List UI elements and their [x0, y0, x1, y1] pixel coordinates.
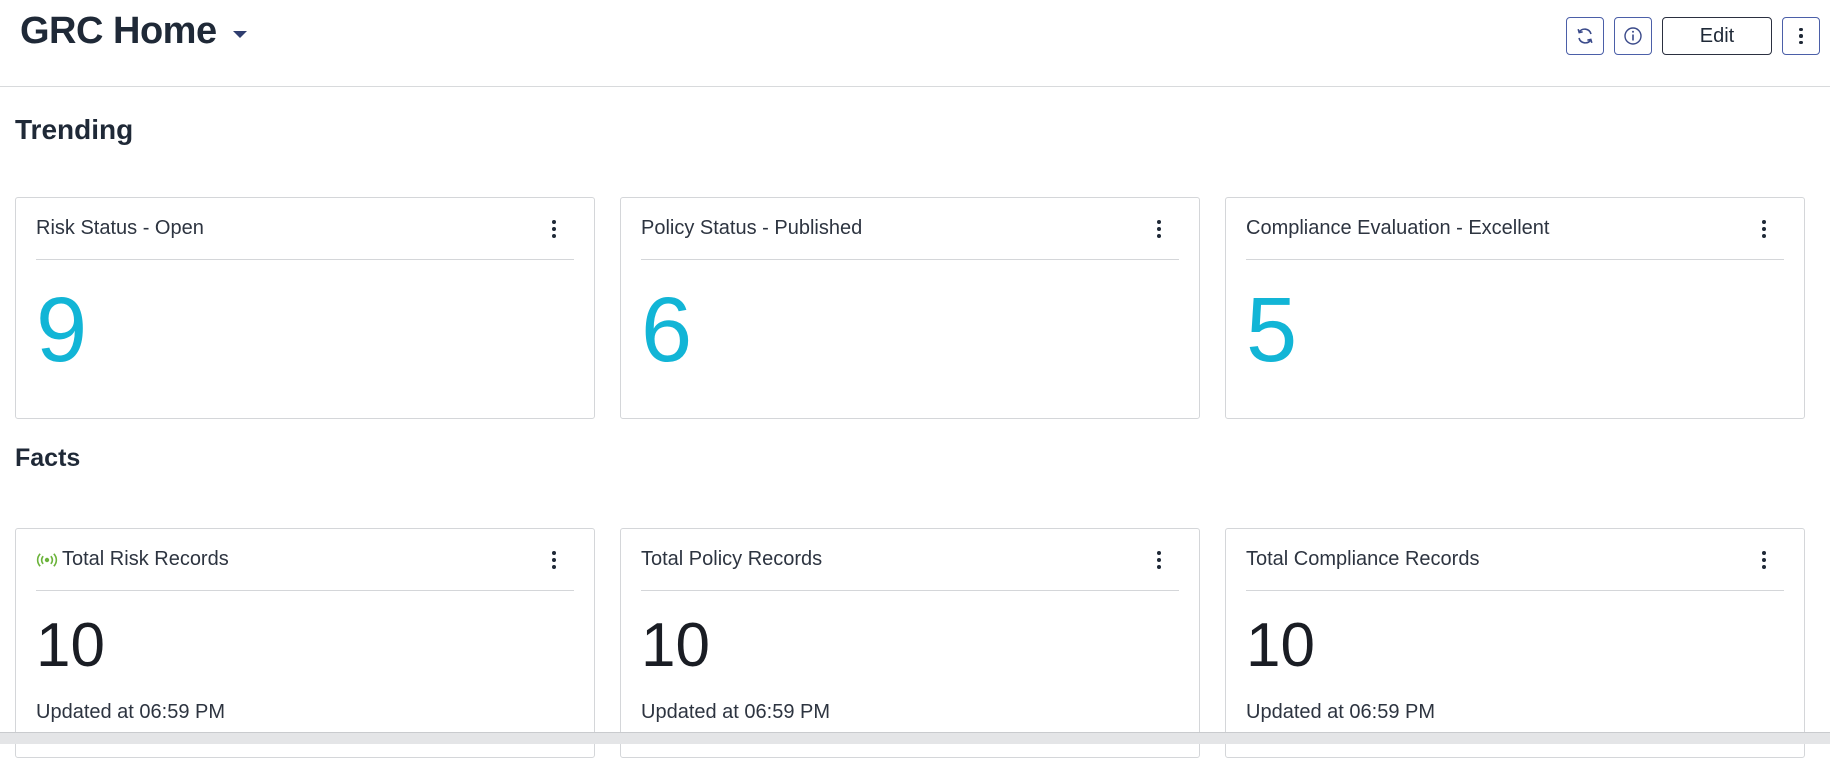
info-icon	[1624, 27, 1642, 45]
card-menu-icon[interactable]	[1149, 548, 1169, 572]
refresh-button[interactable]	[1566, 17, 1604, 55]
updated-timestamp: Updated at 06:59 PM	[36, 701, 226, 723]
metric-value: 9	[36, 279, 88, 381]
more-vertical-icon	[1799, 27, 1803, 45]
metric-value: 10	[1246, 611, 1315, 680]
info-button[interactable]	[1614, 17, 1652, 55]
section-title-trending: Trending	[15, 114, 134, 145]
horizontal-scrollbar[interactable]	[0, 732, 1830, 744]
card-menu-icon[interactable]	[544, 548, 564, 572]
page-title: GRC Home	[20, 10, 217, 52]
edit-button[interactable]: Edit	[1662, 17, 1772, 55]
live-signal-icon	[36, 552, 58, 567]
refresh-icon	[1577, 28, 1593, 44]
card-title: Total Compliance Records	[1246, 548, 1480, 570]
section-title-facts: Facts	[15, 444, 81, 472]
card-title: Compliance Evaluation - Excellent	[1246, 217, 1550, 239]
metric-value: 6	[641, 279, 693, 381]
card-title-wrap: Total Risk Records	[36, 548, 544, 571]
card-menu-icon[interactable]	[1754, 217, 1774, 241]
card-menu-icon[interactable]	[544, 217, 564, 241]
card-header: Total Policy Records	[641, 529, 1179, 591]
fact-card-compliance[interactable]: Total Compliance Records 10 Updated at 0…	[1225, 528, 1805, 758]
metric-value: 10	[641, 611, 710, 680]
card-menu-icon[interactable]	[1149, 217, 1169, 241]
card-title: Policy Status - Published	[641, 217, 863, 239]
card-header: Total Compliance Records	[1246, 529, 1784, 591]
header-actions: Edit	[1566, 17, 1820, 55]
chevron-down-icon[interactable]	[232, 31, 247, 38]
card-header: Risk Status - Open	[36, 198, 574, 260]
fact-card-policy[interactable]: Total Policy Records 10 Updated at 06:59…	[620, 528, 1200, 758]
updated-timestamp: Updated at 06:59 PM	[641, 701, 831, 723]
card-title: Total Risk Records	[62, 548, 229, 570]
metric-value: 10	[36, 611, 105, 680]
more-options-button[interactable]	[1782, 17, 1820, 55]
page-header: GRC Home Edit	[0, 0, 1830, 87]
trending-card-compliance[interactable]: Compliance Evaluation - Excellent 5	[1225, 197, 1805, 419]
fact-card-risk[interactable]: Total Risk Records 10 Updated at 06:59 P…	[15, 528, 595, 758]
metric-value: 5	[1246, 279, 1298, 381]
trending-card-risk[interactable]: Risk Status - Open 9	[15, 197, 595, 419]
card-title: Risk Status - Open	[36, 217, 204, 239]
card-menu-icon[interactable]	[1754, 548, 1774, 572]
card-title: Total Policy Records	[641, 548, 823, 570]
updated-timestamp: Updated at 06:59 PM	[1246, 701, 1436, 723]
card-header: Total Risk Records	[36, 529, 574, 591]
card-header: Policy Status - Published	[641, 198, 1179, 260]
card-header: Compliance Evaluation - Excellent	[1246, 198, 1784, 260]
trending-card-policy[interactable]: Policy Status - Published 6	[620, 197, 1200, 419]
dashboard-selector[interactable]: GRC Home	[20, 10, 247, 53]
